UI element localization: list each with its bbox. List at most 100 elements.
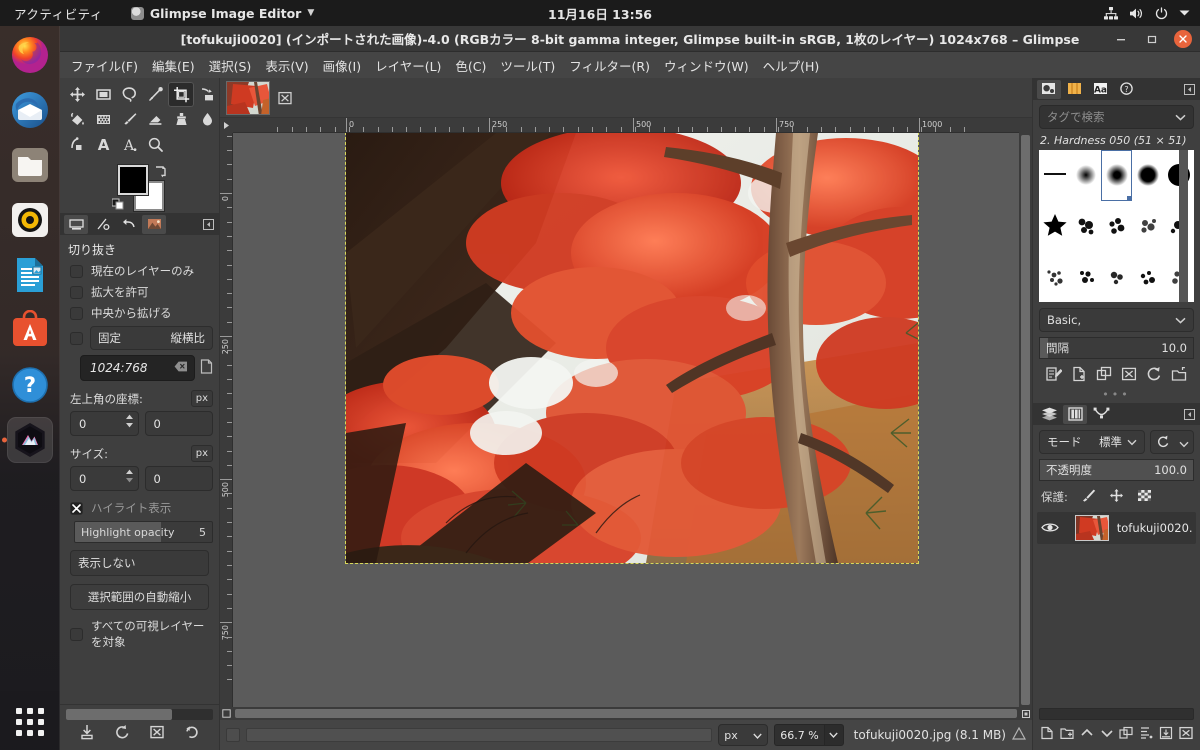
position-y-input[interactable]: 0 <box>144 411 213 436</box>
scrollbar-thumb[interactable] <box>235 709 1017 718</box>
menu-select[interactable]: 選択(S) <box>202 53 259 78</box>
close-image-icon[interactable] <box>276 89 294 107</box>
option-highlight[interactable]: ハイライト表示 <box>70 500 213 516</box>
eraser-tool[interactable] <box>142 107 168 132</box>
dock-menu-icon[interactable] <box>1184 80 1195 99</box>
tool-options-scrollbar[interactable] <box>66 709 213 720</box>
brush-grid[interactable] <box>1039 150 1194 302</box>
vertical-ruler[interactable]: 0 250 500 750 <box>220 133 233 707</box>
checkbox-icon[interactable] <box>70 501 83 515</box>
checkbox-icon[interactable] <box>70 285 83 299</box>
highlight-opacity-slider[interactable]: Highlight opacity 5 <box>74 521 213 543</box>
option-all-visible-layers[interactable]: すべての可視レイヤーを対象 <box>70 618 213 650</box>
menu-layer[interactable]: レイヤー(L) <box>368 53 448 78</box>
new-layer-icon[interactable] <box>1040 725 1054 744</box>
delete-brush-icon[interactable] <box>1121 366 1137 386</box>
canvas-viewport[interactable] <box>233 133 1019 707</box>
show-applications-button[interactable] <box>15 708 44 736</box>
quickmask-toggle-button[interactable] <box>226 728 240 742</box>
dock-item-rhythmbox[interactable] <box>7 197 53 243</box>
menu-filters[interactable]: フィルター(R) <box>562 53 657 78</box>
free-select-tool[interactable] <box>116 82 142 107</box>
position-unit[interactable]: px <box>190 390 213 407</box>
lock-pixels-icon[interactable] <box>1081 488 1096 506</box>
size-width-input[interactable]: 0 <box>70 466 139 491</box>
brush-grid-scrollbar[interactable] <box>1179 150 1188 302</box>
dock-item-files[interactable] <box>7 142 53 188</box>
menu-windows[interactable]: ウィンドウ(W) <box>657 53 756 78</box>
clone-tool[interactable] <box>168 107 194 132</box>
menu-edit[interactable]: 編集(E) <box>145 53 202 78</box>
dock-item-ubuntu-software[interactable] <box>7 307 53 353</box>
checkbox-icon[interactable] <box>70 627 83 641</box>
image-tab-thumbnail[interactable] <box>226 80 270 115</box>
new-group-icon[interactable] <box>1060 725 1074 744</box>
ink-tool[interactable] <box>64 132 90 157</box>
save-tool-preset-icon[interactable] <box>79 724 95 744</box>
clock[interactable]: 11月16日 13:56 <box>0 4 1200 23</box>
blur-tool[interactable] <box>194 107 220 132</box>
move-tool[interactable] <box>64 82 90 107</box>
pattern-fill-tool[interactable] <box>90 107 116 132</box>
brush-item-selected[interactable] <box>1101 150 1132 201</box>
text-tool[interactable]: A <box>90 132 116 157</box>
brush-list-selector[interactable]: Basic, <box>1039 308 1194 332</box>
lock-alpha-icon[interactable] <box>1137 488 1152 506</box>
horizontal-ruler[interactable]: 0 250 500 750 1000 <box>233 118 1019 133</box>
aspect-ratio-input[interactable]: 1024:768 <box>80 355 195 381</box>
brush-item[interactable] <box>1039 251 1070 302</box>
scrollbar-thumb[interactable] <box>1021 135 1030 705</box>
dock-separator-grip[interactable]: ••• <box>1033 389 1200 403</box>
restore-tool-preset-icon[interactable] <box>114 724 130 744</box>
ruler-origin-icon[interactable] <box>220 118 233 133</box>
merge-down-icon[interactable] <box>1159 725 1173 744</box>
brush-item[interactable] <box>1132 201 1163 252</box>
layers-tab[interactable] <box>1037 405 1061 424</box>
brush-item[interactable] <box>1101 251 1132 302</box>
size-unit[interactable]: px <box>190 445 213 462</box>
chevron-down-icon[interactable] <box>1175 110 1186 124</box>
new-brush-icon[interactable] <box>1071 366 1087 386</box>
refresh-brushes-icon[interactable] <box>1146 366 1162 386</box>
canvas-vertical-scrollbar[interactable] <box>1019 133 1032 707</box>
zoom-selector[interactable]: 66.7 % <box>774 724 844 746</box>
checkbox-icon[interactable] <box>70 306 83 320</box>
dock-item-glimpse[interactable] <box>6 417 53 463</box>
layer-list-item[interactable]: tofukuji0020. <box>1037 512 1196 544</box>
portrait-landscape-icon[interactable] <box>200 359 213 377</box>
paths-tab[interactable] <box>1089 405 1113 424</box>
reset-tool-options-icon[interactable] <box>184 724 200 744</box>
guides-combo[interactable]: 表示しない <box>70 550 209 576</box>
option-allow-growing[interactable]: 拡大を許可 <box>70 284 213 300</box>
canvas-quickmask-toggle[interactable] <box>220 707 233 720</box>
cancel-operation-icon[interactable] <box>1011 726 1027 745</box>
checkbox-icon[interactable] <box>70 331 83 345</box>
brushes-tab[interactable] <box>1037 79 1061 99</box>
menu-tools[interactable]: ツール(T) <box>493 53 562 78</box>
brush-item[interactable] <box>1070 150 1101 201</box>
brush-item[interactable] <box>1101 201 1132 252</box>
layer-visibility-icon[interactable] <box>1041 519 1059 538</box>
brush-tag-search[interactable]: タグで検索 <box>1039 105 1194 129</box>
menu-colors[interactable]: 色(C) <box>448 53 493 78</box>
dock-menu-icon[interactable] <box>1184 405 1195 424</box>
brush-item[interactable] <box>1039 150 1070 201</box>
fixed-aspect-combo[interactable]: 固定 縦横比 <box>90 326 213 350</box>
dock-menu-icon[interactable] <box>203 215 214 234</box>
unit-selector[interactable]: px <box>718 724 769 746</box>
reset-colors-icon[interactable] <box>111 195 126 214</box>
layer-opacity-slider[interactable]: 不透明度 100.0 <box>1039 459 1194 481</box>
measure-tool[interactable] <box>142 82 168 107</box>
checkbox-icon[interactable] <box>70 264 83 278</box>
open-brush-folder-icon[interactable] <box>1171 366 1187 386</box>
raise-layer-icon[interactable] <box>1080 725 1094 744</box>
delete-tool-preset-icon[interactable] <box>149 724 165 744</box>
maximize-button[interactable] <box>1143 30 1161 48</box>
system-status-area[interactable] <box>1104 6 1190 20</box>
paintbrush-tool[interactable] <box>116 107 142 132</box>
option-current-layer-only[interactable]: 現在のレイヤーのみ <box>70 263 213 279</box>
menu-view[interactable]: 表示(V) <box>258 53 315 78</box>
dock-item-libreoffice-writer[interactable] <box>7 252 53 298</box>
foreground-color-swatch[interactable] <box>118 165 148 195</box>
position-x-input[interactable]: 0 <box>70 411 139 436</box>
